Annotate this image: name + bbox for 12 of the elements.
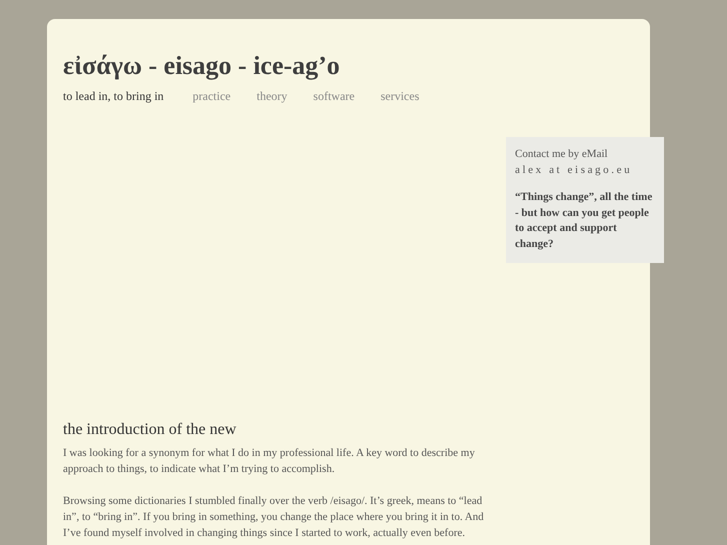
email-address: alex at eisago.eu — [515, 163, 634, 178]
tagline: to lead in, to bring in — [63, 89, 164, 104]
article-paragraph: I was looking for a synonym for what I do in my professional life. A key word to describe my approach to things, to indicate what I’m trying to accomplish. — [63, 446, 476, 477]
nav-link[interactable]: software — [313, 89, 355, 104]
nav-link[interactable]: practice — [192, 89, 231, 104]
article-paragraph: Browsing some dictionaries I stumbled finally over the verb /eisago/. It’s greek, means to “lead in”, to “bring in”. If you bring in something, you change the place where you bring it in to. And I’ve found myself involved in changing things since I started to work, actually even before. — [63, 494, 485, 541]
site-title: εἰσάγω - eisago - ice-ag’o — [63, 50, 341, 82]
nav-link[interactable]: theory — [256, 89, 288, 104]
nav-link[interactable]: services — [380, 89, 420, 104]
quote-text: “Things change”, all the time - but how can you get people to accept and support change? — [515, 190, 654, 252]
article-heading: the introduction of the new — [63, 420, 238, 440]
contact-label: Contact me by eMail — [515, 147, 609, 162]
